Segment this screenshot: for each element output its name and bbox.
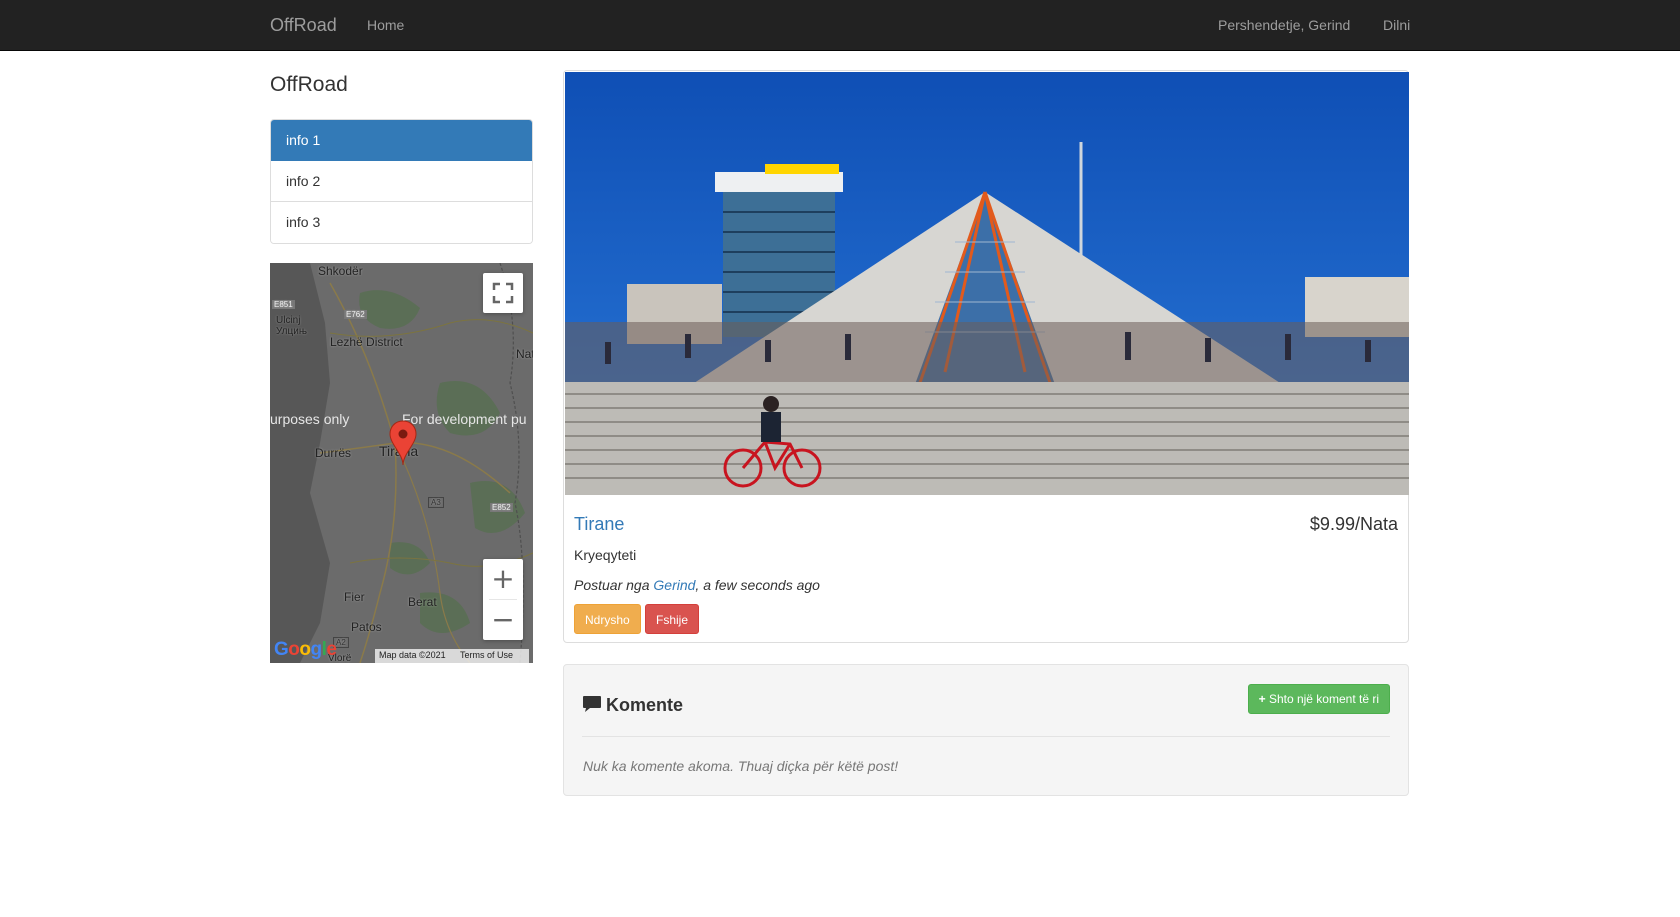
add-comment-button[interactable]: + Shto një koment të ri: [1247, 684, 1390, 714]
fullscreen-icon: [492, 282, 514, 304]
location-map[interactable]: Shkodër Ulcinj Улцињ Lezhë District Nat …: [270, 263, 533, 663]
map-label-lezhe: Lezhë District: [330, 335, 403, 349]
post-meta: Postuar nga Gerind, a few seconds ago: [574, 577, 820, 593]
post-price: $9.99/Nata: [1309, 514, 1398, 534]
map-terms-link[interactable]: Terms of Use: [460, 650, 513, 660]
map-label-ulcinj: Ulcinj Улцињ: [276, 315, 307, 337]
nav-logout-link[interactable]: Dilni: [1383, 17, 1410, 33]
map-attribution: Map data ©2021 Terms of Use: [375, 649, 530, 663]
edit-post-button[interactable]: Ndrysho: [574, 604, 641, 634]
no-comments-text: Nuk ka komente akoma. Thuaj diçka për kë…: [583, 758, 899, 774]
sidebar-title: OffRoad: [270, 73, 348, 96]
top-navbar: OffRoad Home Pershendetje, Gerind Dilni: [0, 0, 1680, 51]
map-zoom-in-button[interactable]: +: [483, 559, 523, 599]
map-label-shkoder: Shkodër: [318, 264, 363, 278]
google-logo: Google: [274, 639, 337, 660]
sidebar-info-list: info 1 info 2 info 3: [270, 119, 533, 244]
sidebar-item-info-2[interactable]: info 2: [271, 161, 532, 202]
post-meta-prefix: Postuar nga: [574, 577, 654, 593]
delete-post-button[interactable]: Fshije: [645, 604, 700, 634]
sidebar-item-info-3[interactable]: info 3: [271, 202, 532, 243]
add-comment-label: Shto një koment të ri: [1268, 692, 1379, 706]
plus-icon: +: [1258, 692, 1266, 706]
map-dev-watermark-left: urposes only: [270, 411, 350, 427]
comments-divider: [582, 736, 1390, 737]
map-fullscreen-button[interactable]: [483, 273, 523, 313]
map-road-e851: E851: [272, 300, 295, 309]
map-label-berat: Berat: [408, 595, 437, 609]
map-marker-icon[interactable]: [389, 420, 417, 466]
nav-home-link[interactable]: Home: [367, 17, 404, 33]
post-card: Tirane $9.99/Nata Kryeqyteti Postuar nga…: [563, 70, 1409, 643]
map-road-a3: A3: [428, 497, 444, 508]
post-title-link[interactable]: Tirane: [574, 514, 624, 535]
post-photo-pyramid: [565, 72, 1409, 495]
map-label-nat: Nat: [516, 347, 533, 361]
post-description: Kryeqyteti: [574, 547, 637, 563]
map-zoom-controls: + −: [483, 559, 523, 640]
comments-panel: Komente + Shto një koment të ri Nuk ka k…: [563, 664, 1409, 796]
map-label-patos: Patos: [351, 620, 382, 634]
map-dev-watermark-right: For development pu: [402, 411, 527, 427]
map-zoom-out-button[interactable]: −: [483, 600, 523, 640]
sidebar-item-info-1[interactable]: info 1: [271, 120, 532, 161]
brand-link[interactable]: OffRoad: [270, 15, 337, 36]
comments-heading: Komente: [582, 695, 683, 716]
comment-icon: [583, 696, 601, 712]
map-road-e852: E852: [490, 503, 513, 512]
map-data-credit[interactable]: Map data ©2021: [379, 650, 446, 660]
comments-title: Komente: [606, 695, 684, 715]
map-label-fier: Fier: [344, 590, 365, 604]
post-author-link[interactable]: Gerind: [653, 577, 695, 593]
post-photo: [565, 72, 1409, 495]
map-label-durres: Durrës: [315, 446, 352, 460]
post-meta-time: , a few seconds ago: [695, 577, 820, 593]
nav-user-greeting[interactable]: Pershendetje, Gerind: [1218, 17, 1350, 33]
map-road-e762: E762: [344, 310, 367, 319]
